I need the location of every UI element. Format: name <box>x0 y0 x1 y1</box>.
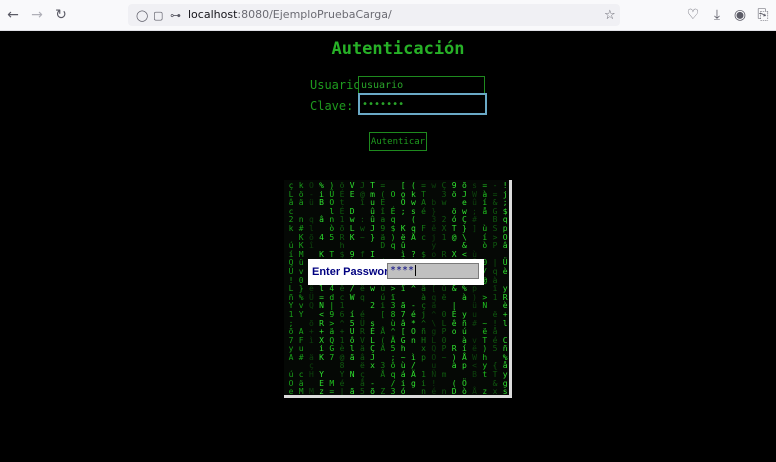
shield-icon[interactable]: ◯ <box>136 4 148 26</box>
matrix-glyph-column: õ J e w Ç } \ & < y T Å % à y ñ ú à í Å … <box>461 181 467 397</box>
matrix-glyph-column: ç L â c 2 k ú í Q Ü ! L ñ Y 1 ; õ 7 y A … <box>288 181 294 397</box>
matrix-glyph-column: = T A é F c $ G ( ë â à ç j ^ ñ H x p 1 … <box>421 181 426 397</box>
password-prompt-label: Enter Password: <box>312 266 399 278</box>
password-prompt-value: **** <box>390 265 415 276</box>
matrix-glyph-column: T m u û û J } I z ò å w 2 s É L Ç J x - … <box>370 181 375 397</box>
reload-icon[interactable]: ↻ <box>52 0 70 30</box>
password-prompt-field: **** <box>387 263 479 279</box>
matrix-glyph-column: ( k w s ( q Ä ? ü 1 ^ - é * O n ì / Ä g <box>410 181 416 388</box>
matrix-glyph-column: k ö ä n # K K M ü v 0 } % v Y A F u # c … <box>298 181 304 397</box>
matrix-glyph-column: O É q $ ) q 7 x y > ï 3 8 ù ^ Ä 5 ; ô q … <box>390 189 396 397</box>
matrix-glyph-column: 9 ö ö ó T @ X ë k ñ & | É ê o R ) à ( D <box>451 181 457 397</box>
text-caret <box>415 264 417 276</box>
matrix-glyph-column: O - ü q l õ î | ë Ü Q õ + ì ä ç H M <box>308 181 314 397</box>
key-icon[interactable]: ⊶ <box>170 4 181 26</box>
matrix-glyph-column: [ o Ö ; K ë û ì î Q å ï ã 7 â [ G h ~ ù … <box>400 181 406 397</box>
url-path: :8080/EjemploPruebaCarga/ <box>237 8 392 21</box>
matrix-glyph-column: s W û ; # ] ù å y p ) ü u # v ë W < B Å <box>472 181 477 397</box>
pocket-icon[interactable]: ♡ <box>684 0 702 30</box>
url-text[interactable]: localhost:8080/EjemploPruebaCarga/ <box>188 4 392 26</box>
forward-icon[interactable]: → <box>28 0 46 30</box>
address-bar[interactable]: ◯ ▢ ⊶ localhost:8080/EjemploPruebaCarga/… <box>128 4 620 26</box>
matrix-glyph-column: = ( E î a 9 ä D ú g ú ú i [ Å ( Ä 3 Å Z <box>380 181 386 397</box>
matrix-glyph-column: J @ î : w ~ f C $ ë q é Ü R V ä â ë ç å … <box>359 181 365 397</box>
page-content: Autenticación Usuario: Clave: Autenticar… <box>0 31 776 462</box>
matrix-glyph-column: Ç 3 w 2 X 1 R X X ù û ë 0 L P 0 P ~ m n <box>441 181 447 397</box>
matrix-glyph-column: V E D w L K 9 ù 9 / W í 5 U ô l ã N ã <box>349 181 355 397</box>
browser-toolbar: ← → ↻ ◯ ▢ ⊶ localhost:8080/EjemploPrueba… <box>0 0 776 31</box>
url-host: localhost <box>188 8 238 21</box>
matrix-glyph-column: ö É t É 1 õ R h $ $ H ê c 1 6 ^ + 1 è @ … <box>339 181 345 397</box>
password-input[interactable] <box>358 93 487 115</box>
user-input[interactable] <box>358 76 485 94</box>
page-title: Autenticación <box>331 39 465 59</box>
back-icon[interactable]: ← <box>4 0 22 30</box>
submit-button[interactable]: Autenticar <box>369 132 427 151</box>
matrix-glyph-column: - = & G B S > P | q à ï 1 ë ! å é 5 { T … <box>492 181 498 397</box>
account-icon[interactable]: ◉ <box>731 0 749 30</box>
matrix-glyph-column: w b } 3 ê j y o { - Z [ q ã ^ \ g L Q O … <box>431 181 437 397</box>
matrix-glyph-column: % i B â 4 K W V é l = N < R + X i K Y E … <box>319 181 324 397</box>
matrix-glyph-column: ) Ü O l n ò 5 T ñ õ 4 d | 9 > ä Q G 7 M … <box>329 181 335 397</box>
password-prompt: Enter Password: **** <box>308 259 484 285</box>
bookmark-star-icon[interactable]: ☆ <box>604 4 616 26</box>
captcha-image: ç L â c 2 k ú í Q Ü ! L ñ Y 1 ; õ 7 y A … <box>284 180 512 398</box>
page-icon[interactable]: ▢ <box>153 4 163 26</box>
extensions-icon[interactable]: ⎘ <box>754 0 772 30</box>
download-icon[interactable]: ⤓ <box>708 0 726 30</box>
password-label: Clave: <box>310 99 354 113</box>
matrix-glyph-column: ! j ; $ q p O â Ü è y R è + l C ñ % å y … <box>502 181 508 397</box>
matrix-glyph-column: = à í å ù í ò 0 / @ > N ~ ë T ) h y t z <box>482 181 488 397</box>
